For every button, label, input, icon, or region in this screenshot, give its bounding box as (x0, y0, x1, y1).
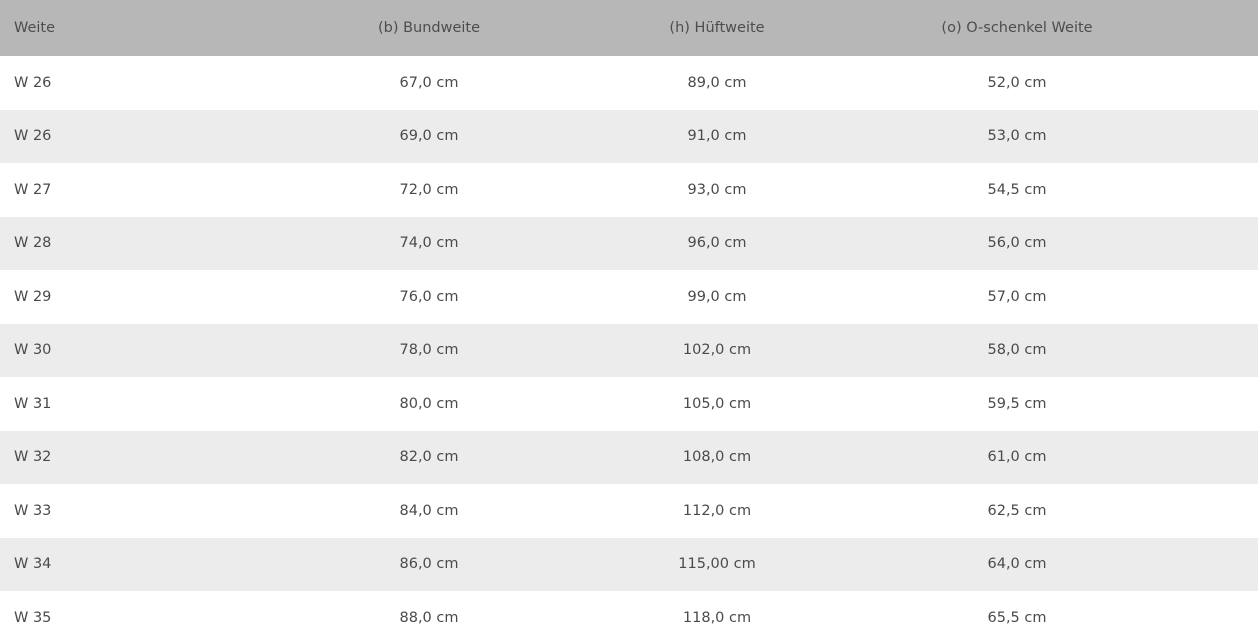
cell-oschenkel-weite: 59,5 cm (987, 395, 1047, 412)
cell-hueftweite: 115,00 cm (678, 556, 756, 573)
cell-size: W 34 (14, 556, 52, 573)
table-row: W 32 82,0 cm 108,0 cm 61,0 cm (0, 430, 1258, 484)
cell-hueftweite: 102,0 cm (682, 342, 752, 359)
cell-oschenkel-weite: 61,0 cm (987, 449, 1047, 466)
cell-bundweite: 67,0 cm (399, 74, 459, 91)
cell-hueftweite: 108,0 cm (682, 449, 752, 466)
cell-bundweite: 74,0 cm (399, 235, 459, 252)
table-row: W 34 86,0 cm 115,00 cm 64,0 cm (0, 537, 1258, 591)
size-table-container: Weite (b) Bundweite (h) Hüftweite (o) O-… (0, 0, 1258, 642)
cell-oschenkel-weite: 65,5 cm (987, 609, 1047, 626)
cell-oschenkel-weite: 53,0 cm (987, 128, 1047, 145)
cell-size: W 33 (14, 502, 52, 519)
cell-oschenkel-weite: 54,5 cm (987, 181, 1047, 198)
cell-bundweite: 88,0 cm (399, 609, 459, 626)
cell-bundweite: 86,0 cm (399, 556, 459, 573)
cell-oschenkel-weite: 64,0 cm (987, 556, 1047, 573)
cell-oschenkel-weite: 52,0 cm (987, 74, 1047, 91)
cell-size: W 27 (14, 181, 52, 198)
cell-size: W 26 (14, 74, 52, 91)
table-row: W 35 88,0 cm 118,0 cm 65,5 cm (0, 591, 1258, 642)
cell-bundweite: 72,0 cm (399, 181, 459, 198)
cell-hueftweite: 118,0 cm (682, 609, 752, 626)
cell-bundweite: 76,0 cm (399, 288, 459, 305)
cell-size: W 26 (14, 128, 52, 145)
cell-bundweite: 80,0 cm (399, 395, 459, 412)
header-bundweite: (b) Bundweite (377, 20, 481, 36)
cell-oschenkel-weite: 56,0 cm (987, 235, 1047, 252)
cell-bundweite: 69,0 cm (399, 128, 459, 145)
table-row: W 27 72,0 cm 93,0 cm 54,5 cm (0, 163, 1258, 217)
table-row: W 26 69,0 cm 91,0 cm 53,0 cm (0, 109, 1258, 163)
cell-size: W 28 (14, 235, 52, 252)
cell-hueftweite: 112,0 cm (682, 502, 752, 519)
cell-bundweite: 78,0 cm (399, 342, 459, 359)
table-row: W 26 67,0 cm 89,0 cm 52,0 cm (0, 56, 1258, 110)
size-table: Weite (b) Bundweite (h) Hüftweite (o) O-… (0, 0, 1258, 642)
table-row: W 31 80,0 cm 105,0 cm 59,5 cm (0, 377, 1258, 431)
cell-bundweite: 82,0 cm (399, 449, 459, 466)
header-hueftweite: (h) Hüftweite (669, 20, 765, 36)
table-row: W 30 78,0 cm 102,0 cm 58,0 cm (0, 323, 1258, 377)
cell-bundweite: 84,0 cm (399, 502, 459, 519)
cell-size: W 35 (14, 609, 52, 626)
table-header: Weite (b) Bundweite (h) Hüftweite (o) O-… (0, 0, 1258, 56)
cell-size: W 31 (14, 395, 52, 412)
table-row: W 29 76,0 cm 99,0 cm 57,0 cm (0, 270, 1258, 324)
cell-oschenkel-weite: 57,0 cm (987, 288, 1047, 305)
header-weite: Weite (14, 20, 56, 36)
cell-hueftweite: 99,0 cm (687, 288, 747, 305)
table-body: W 26 67,0 cm 89,0 cm 52,0 cm W 26 69,0 c… (0, 56, 1258, 642)
table-row: W 28 74,0 cm 96,0 cm 56,0 cm (0, 216, 1258, 270)
header-row: Weite (b) Bundweite (h) Hüftweite (o) O-… (0, 0, 1258, 56)
cell-hueftweite: 96,0 cm (687, 235, 747, 252)
cell-size: W 29 (14, 288, 52, 305)
table-row: W 33 84,0 cm 112,0 cm 62,5 cm (0, 484, 1258, 538)
cell-hueftweite: 93,0 cm (687, 181, 747, 198)
cell-hueftweite: 91,0 cm (687, 128, 747, 145)
cell-hueftweite: 89,0 cm (687, 74, 747, 91)
cell-hueftweite: 105,0 cm (682, 395, 752, 412)
cell-size: W 30 (14, 342, 52, 359)
header-oschenkel-weite: (o) O-schenkel Weite (941, 20, 1093, 36)
cell-oschenkel-weite: 58,0 cm (987, 342, 1047, 359)
cell-size: W 32 (14, 449, 52, 466)
cell-oschenkel-weite: 62,5 cm (987, 502, 1047, 519)
